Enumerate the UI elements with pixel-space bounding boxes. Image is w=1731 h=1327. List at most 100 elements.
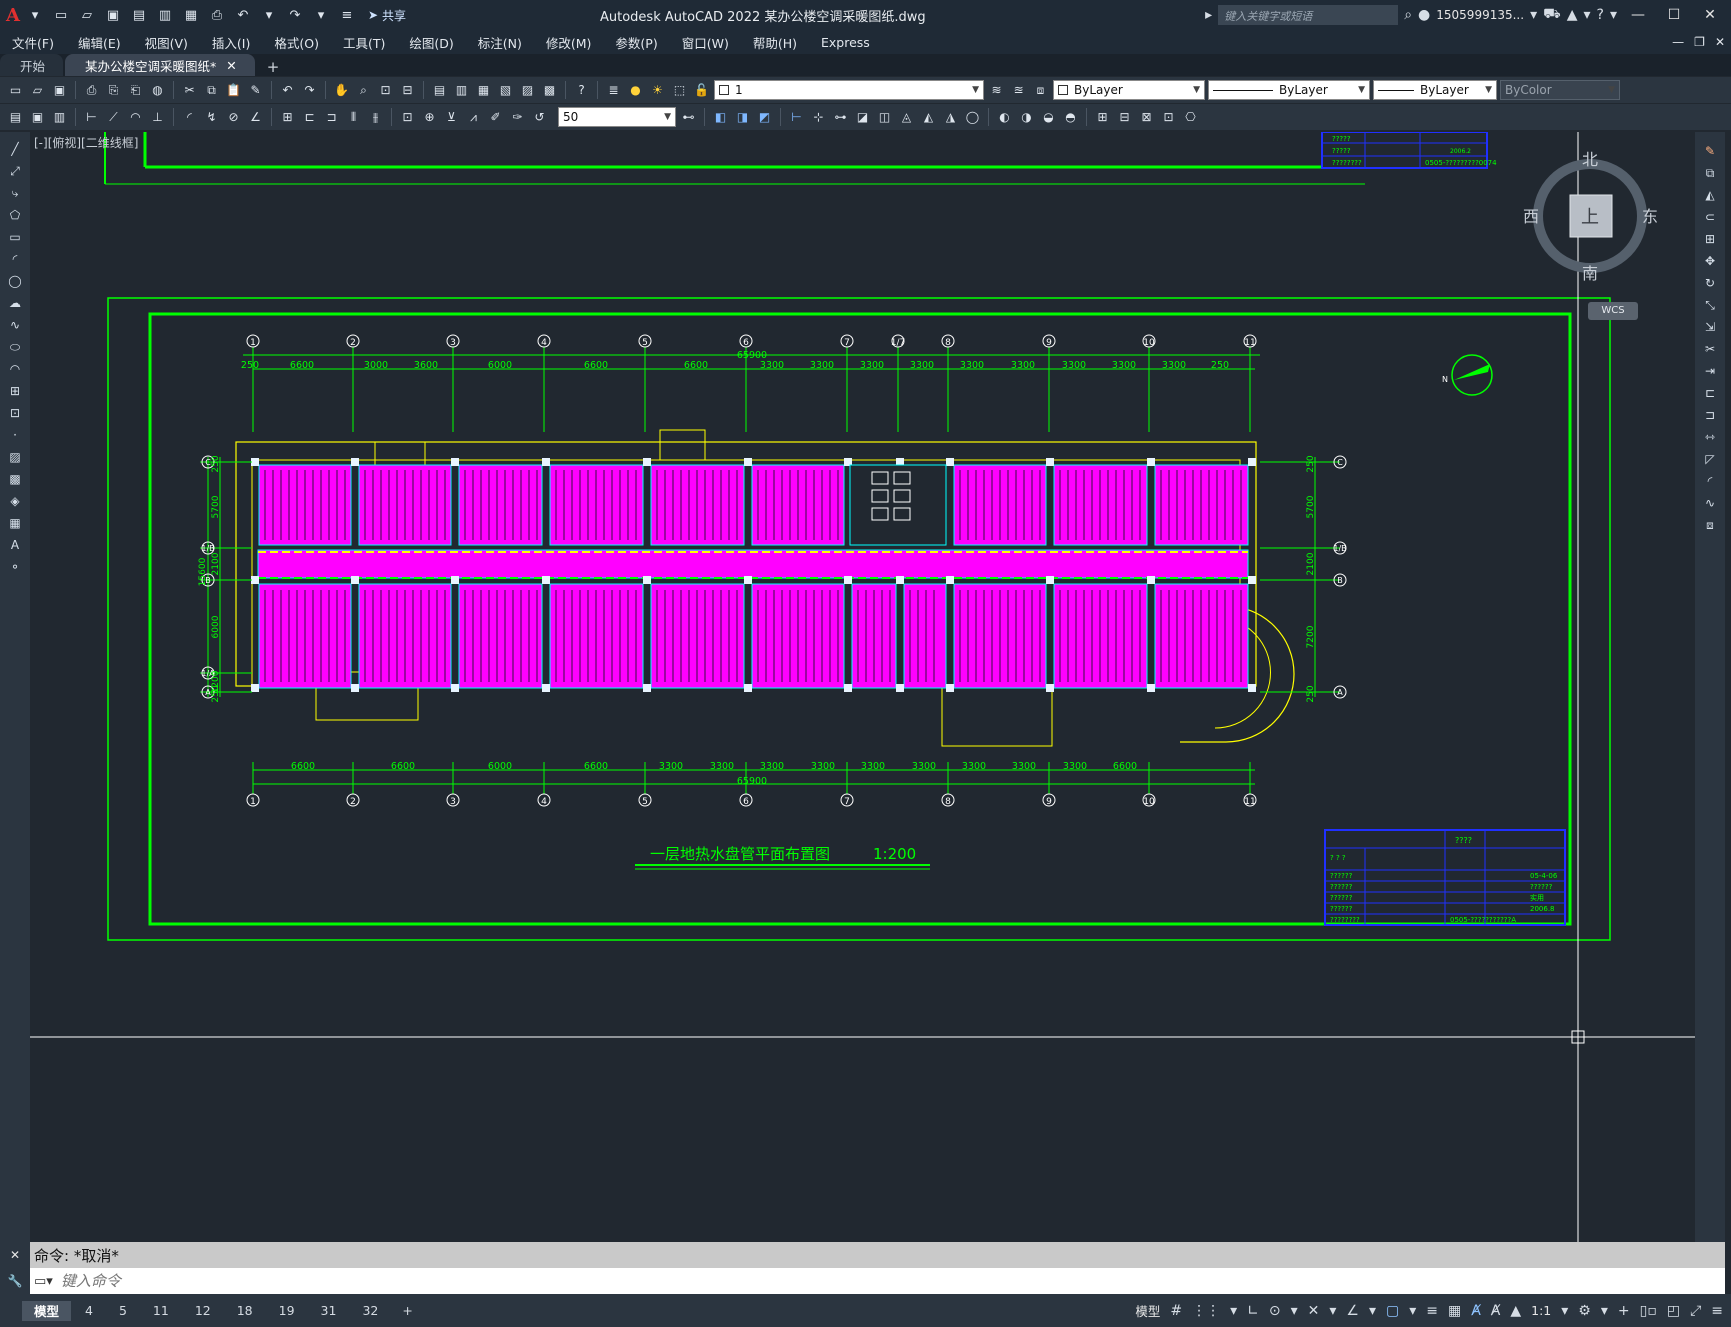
zoom-realtime-icon[interactable]: ⌕ bbox=[354, 81, 373, 100]
viewport-controls-label[interactable]: [-][俯视][二维线框] bbox=[34, 134, 138, 151]
menu-item[interactable]: 视图(V) bbox=[133, 33, 200, 52]
dim-style-manager-icon[interactable]: ⊷ bbox=[679, 108, 698, 127]
redo-dropdown-icon[interactable]: ▾ bbox=[310, 4, 332, 26]
break-at-point-icon[interactable]: ⊏ bbox=[1700, 384, 1720, 402]
polygon-icon[interactable]: ⬠ bbox=[5, 206, 25, 224]
ortho-icon[interactable]: ∟ bbox=[1247, 1303, 1259, 1319]
search-input[interactable]: 键入关键字或短语 bbox=[1218, 5, 1399, 25]
make-current-layer-icon[interactable]: ≋ bbox=[987, 81, 1006, 100]
stretch-icon[interactable]: ⇲ bbox=[1700, 318, 1720, 336]
ucs-previous-icon[interactable]: ⊶ bbox=[831, 108, 850, 127]
viewcube-east[interactable]: 东 bbox=[1642, 207, 1658, 226]
angular-dim-icon[interactable]: ∠ bbox=[246, 108, 265, 127]
new-icon[interactable]: ▭ bbox=[6, 81, 25, 100]
autocad-logo-icon[interactable]: A bbox=[6, 5, 20, 26]
model-space-button[interactable]: 模型 bbox=[1135, 1301, 1160, 1320]
help-icon[interactable]: ? bbox=[572, 81, 591, 100]
center-mark-icon[interactable]: ⊕ bbox=[420, 108, 439, 127]
annotation-scale-icon[interactable]: ▲ bbox=[1510, 1303, 1521, 1319]
annotation-visibility-icon[interactable]: Ⱥ bbox=[1471, 1303, 1481, 1319]
rectangle-icon[interactable]: ▭ bbox=[5, 228, 25, 246]
command-customize-icon[interactable]: 🔧 bbox=[8, 1274, 23, 1288]
menu-item[interactable]: 窗口(W) bbox=[670, 33, 741, 52]
clean-screen-icon[interactable]: ⤢ bbox=[1690, 1303, 1701, 1319]
chamfer-icon[interactable]: ◸ bbox=[1700, 450, 1720, 468]
dim-break-icon[interactable]: ⫵ bbox=[366, 108, 385, 127]
close-icon[interactable]: ✕ bbox=[1695, 7, 1725, 23]
app-dropdown-icon[interactable]: ▾ bbox=[1584, 7, 1591, 23]
viewcube[interactable]: 上 北 南 西 东 bbox=[1515, 148, 1665, 298]
layer-dropdown[interactable]: 1 ▼ bbox=[714, 80, 984, 100]
ucs-view-icon[interactable]: ◬ bbox=[897, 108, 916, 127]
snap-2d-dropdown-icon[interactable]: ▾ bbox=[1409, 1303, 1416, 1319]
arc-icon[interactable]: ◜ bbox=[5, 250, 25, 268]
point-icon[interactable]: · bbox=[5, 426, 25, 444]
view-left-icon[interactable]: ◩ bbox=[755, 108, 774, 127]
layer-states-icon[interactable]: ⧈ bbox=[1031, 81, 1050, 100]
materials-icon[interactable]: ◒ bbox=[1039, 108, 1058, 127]
plot-preview-icon[interactable]: ⎘ bbox=[104, 81, 123, 100]
revision-cloud-icon[interactable]: ☁ bbox=[5, 294, 25, 312]
menu-item[interactable]: Express bbox=[809, 35, 882, 50]
linear-dim-icon[interactable]: ⊢ bbox=[82, 108, 101, 127]
expand-arrow-icon[interactable]: ▸ bbox=[1205, 7, 1212, 23]
inspect-icon[interactable]: ⊻ bbox=[442, 108, 461, 127]
open-folder-icon[interactable]: ▱ bbox=[76, 4, 98, 26]
explode-icon[interactable]: ⧈ bbox=[1700, 516, 1720, 534]
save-icon[interactable]: ▣ bbox=[102, 4, 124, 26]
layout-tab[interactable]: 19 bbox=[267, 1301, 307, 1321]
markup-icon[interactable]: ▨ bbox=[518, 81, 537, 100]
layout-tab[interactable]: 18 bbox=[225, 1301, 265, 1321]
dim-style-dropdown[interactable]: 50 ▼ bbox=[558, 107, 676, 127]
menu-item[interactable]: 编辑(E) bbox=[66, 33, 133, 52]
plot-icon[interactable]: ⎙ bbox=[82, 81, 101, 100]
command-input[interactable] bbox=[60, 1272, 661, 1290]
doc-restore-icon[interactable]: ❐ bbox=[1694, 35, 1705, 49]
add-selected-icon[interactable]: ⚬ bbox=[5, 558, 25, 576]
xref-icon[interactable]: ⎔ bbox=[1181, 108, 1200, 127]
hyperlink-icon[interactable]: ⊡ bbox=[1159, 108, 1178, 127]
help-dropdown-icon[interactable]: ▾ bbox=[1610, 7, 1617, 23]
table-icon[interactable]: ▦ bbox=[5, 514, 25, 532]
radius-dim-icon[interactable]: ◜ bbox=[180, 108, 199, 127]
publish-icon[interactable]: ⎗ bbox=[126, 81, 145, 100]
viewcube-south[interactable]: 南 bbox=[1582, 264, 1598, 283]
quick-dim-icon[interactable]: ⊞ bbox=[278, 108, 297, 127]
customize-qat-icon[interactable]: ≡ bbox=[336, 4, 358, 26]
layout-tab-model[interactable]: 模型 bbox=[22, 1300, 72, 1321]
multiline-text-icon[interactable]: A bbox=[5, 536, 25, 554]
baseline-dim-icon[interactable]: ⊏ bbox=[300, 108, 319, 127]
menu-item[interactable]: 绘图(D) bbox=[397, 33, 465, 52]
menu-item[interactable]: 帮助(H) bbox=[741, 33, 809, 52]
viewcube-north[interactable]: 北 bbox=[1582, 150, 1598, 169]
ellipse-icon[interactable]: ⬭ bbox=[5, 338, 25, 356]
undo-icon[interactable]: ↶ bbox=[232, 4, 254, 26]
tab-start[interactable]: 开始 bbox=[0, 54, 64, 76]
image-icon[interactable]: ⊠ bbox=[1137, 108, 1156, 127]
match-properties-icon[interactable]: ✎ bbox=[246, 81, 265, 100]
move-icon[interactable]: ✥ bbox=[1700, 252, 1720, 270]
layout-tab[interactable]: 4 bbox=[73, 1301, 105, 1321]
drawing-canvas[interactable]: ????? ????? ???????? 2006.2 0505-???????… bbox=[30, 132, 1695, 1242]
tab-drawing[interactable]: 某办公楼空调采暖图纸* ✕ bbox=[65, 54, 255, 76]
ordinate-dim-icon[interactable]: ⊥ bbox=[148, 108, 167, 127]
layout-tab[interactable]: 11 bbox=[141, 1301, 181, 1321]
app-menu-chevron-icon[interactable]: ▾ bbox=[24, 4, 46, 26]
3d-print-icon[interactable]: ◍ bbox=[148, 81, 167, 100]
trim-icon[interactable]: ✂ bbox=[1700, 340, 1720, 358]
copy-icon[interactable]: ⧉ bbox=[1700, 164, 1720, 182]
diameter-dim-icon[interactable]: ⊘ bbox=[224, 108, 243, 127]
snap-dropdown-icon[interactable]: ▾ bbox=[1230, 1303, 1237, 1319]
region-icon[interactable]: ◈ bbox=[5, 492, 25, 510]
object-snap-icon[interactable]: ∠ bbox=[1346, 1303, 1359, 1319]
redo-icon[interactable]: ↷ bbox=[300, 81, 319, 100]
dim-space-icon[interactable]: ⫴ bbox=[344, 108, 363, 127]
dim-update-icon[interactable]: ↺ bbox=[530, 108, 549, 127]
line-icon[interactable]: ╱ bbox=[5, 140, 25, 158]
pan-icon[interactable]: ✋ bbox=[332, 81, 351, 100]
continue-dim-icon[interactable]: ⊐ bbox=[322, 108, 341, 127]
recent-commands-icon[interactable]: ▭▾ bbox=[34, 1274, 53, 1289]
menu-item[interactable]: 参数(P) bbox=[603, 33, 669, 52]
dim-edit-icon[interactable]: ✐ bbox=[486, 108, 505, 127]
mirror-icon[interactable]: ◭ bbox=[1700, 186, 1720, 204]
